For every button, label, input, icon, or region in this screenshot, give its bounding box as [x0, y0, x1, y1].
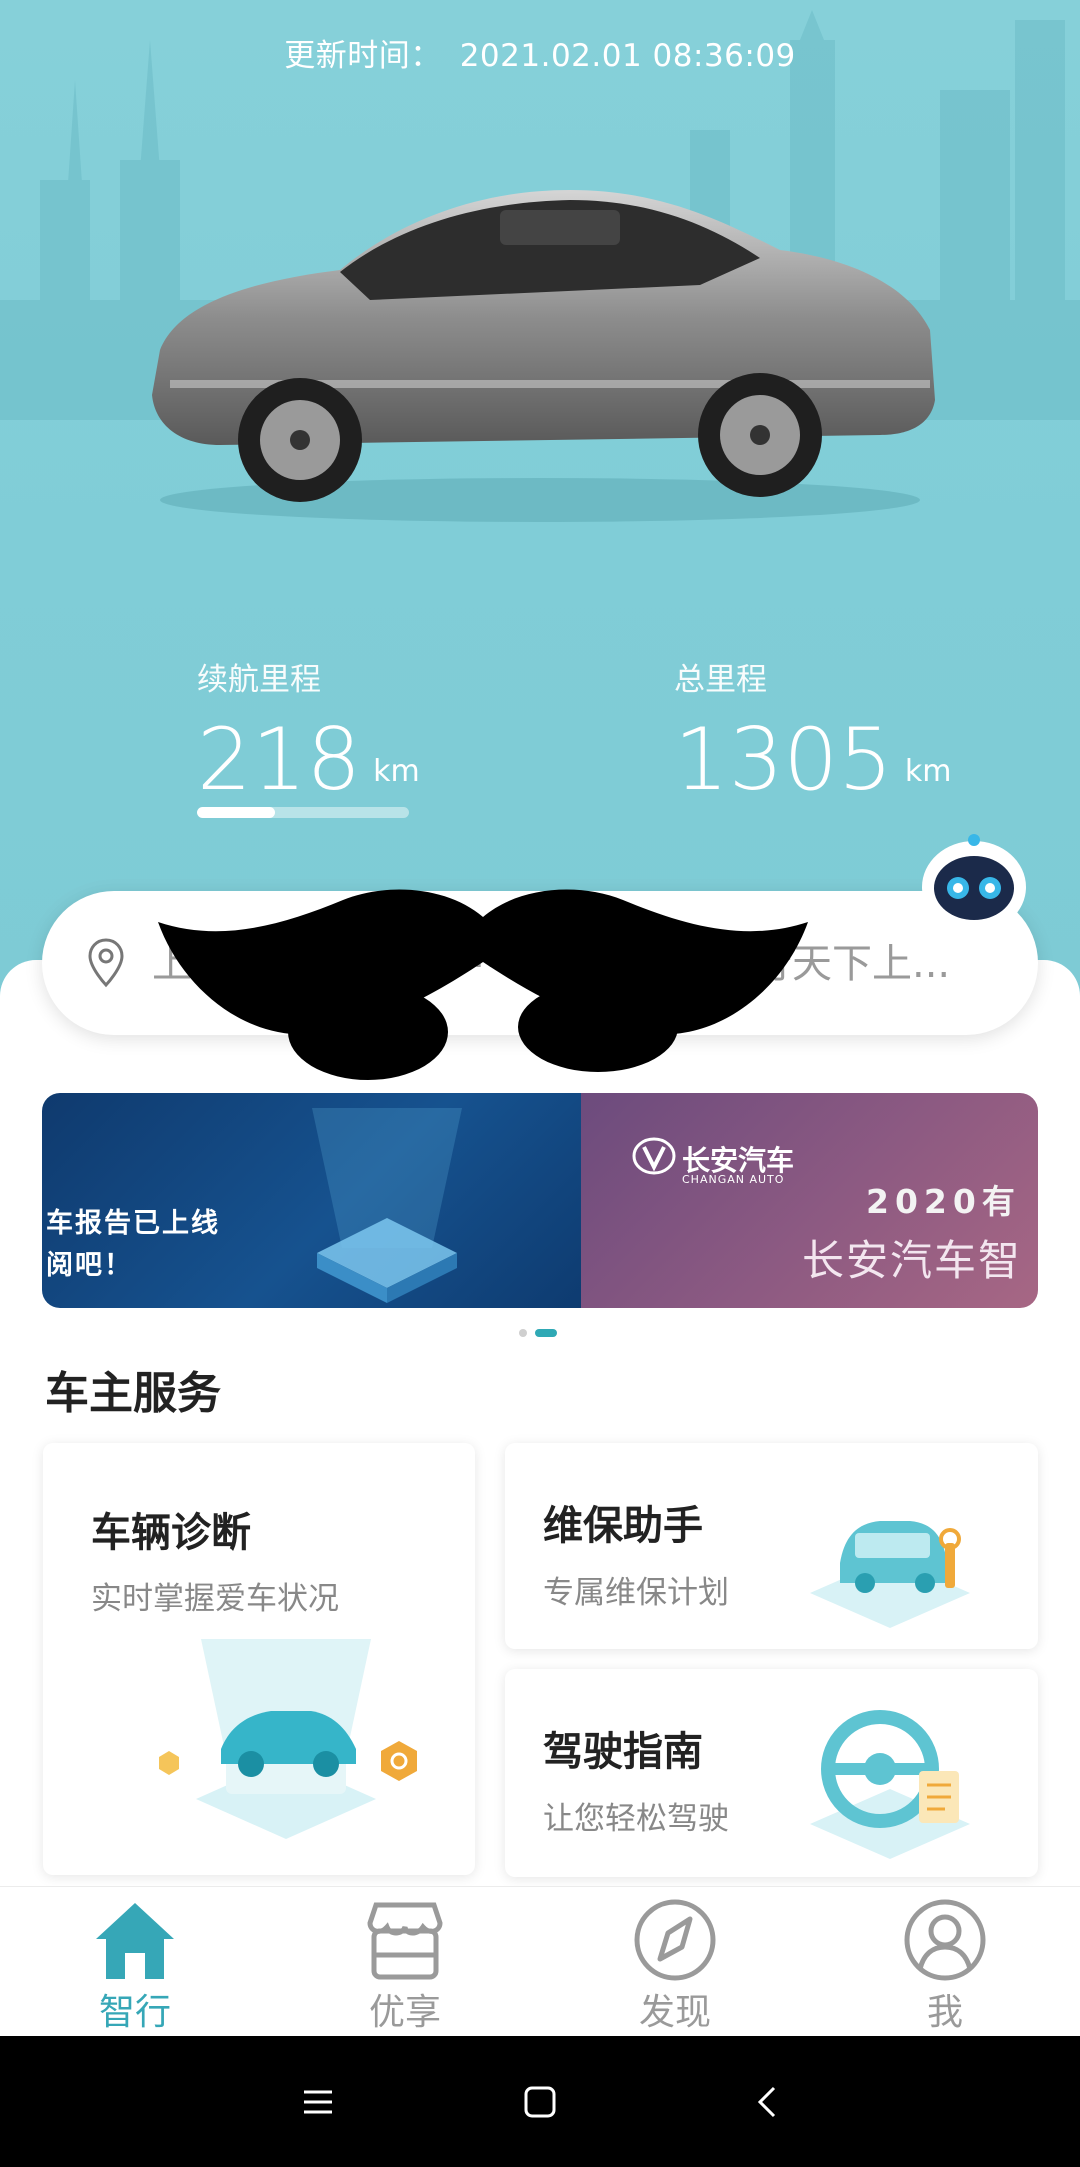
bottom-tab-bar: 智行 优享 发现 我 [0, 1886, 1080, 2036]
tab-faxian[interactable]: 发现 [540, 1887, 810, 2037]
banner-slide-report: 车报告已上线 阅吧！ [42, 1093, 581, 1308]
range-value: 218 [197, 710, 362, 810]
steering-wheel-icon [810, 1710, 970, 1859]
banner-year: 2020有 [866, 1182, 1021, 1221]
total-mileage-stat: 总里程 1305 km [674, 654, 951, 803]
tab-zhixing[interactable]: 智行 [0, 1887, 270, 2037]
maintenance-card[interactable]: 维保助手 专属维保计划 [505, 1443, 1038, 1649]
tab-zhixing-label: 智行 [98, 1992, 171, 2033]
robot-assistant-icon[interactable] [918, 832, 1030, 962]
location-pin-icon [88, 938, 124, 988]
total-mileage-label: 总里程 [674, 662, 767, 698]
diagnosis-title: 车辆诊断 [91, 1510, 251, 1556]
range-unit: km [373, 754, 420, 789]
tab-faxian-label: 发现 [638, 1992, 711, 2033]
store-icon [367, 1902, 443, 1980]
banner-slogan: 长安汽车智 [802, 1236, 1023, 1285]
vehicle-diagnosis-card[interactable]: 车辆诊断 实时掌握爱车状况 [43, 1443, 475, 1875]
car-diagnosis-icon [159, 1639, 417, 1839]
car-maintenance-icon [810, 1521, 970, 1628]
maintenance-subtitle: 专属维保计划 [543, 1575, 729, 1611]
tab-youxiang-label: 优享 [368, 1992, 441, 2033]
banner-text-line2: 阅吧！ [46, 1250, 133, 1281]
range-stat: 续航里程 218 km [197, 654, 420, 803]
compass-icon [634, 1899, 716, 1981]
profile-icon [904, 1899, 986, 1981]
driving-guide-card[interactable]: 驾驶指南 让您轻松驾驶 [505, 1669, 1038, 1877]
diagnosis-subtitle: 实时掌握爱车状况 [91, 1581, 339, 1617]
driving-guide-title: 驾驶指南 [543, 1729, 703, 1775]
total-mileage-unit: km [904, 754, 952, 789]
data-cube-icon [312, 1108, 462, 1303]
promo-banner[interactable]: 车报告已上线 阅吧！ 长安汽车 CHANGAN AUTO 2020有 长安汽车智 [42, 1093, 1038, 1308]
pagination-dot[interactable] [519, 1329, 527, 1337]
pagination-dot-active[interactable] [535, 1329, 557, 1337]
maintenance-title: 维保助手 [543, 1503, 703, 1549]
update-time-value: 2021.02.01 08:36:09 [459, 38, 796, 74]
total-mileage-value: 1305 [674, 710, 893, 810]
banner-text-line1: 车报告已上线 [46, 1208, 220, 1239]
update-time-label: 更新时间： [284, 38, 442, 74]
update-time: 更新时间： 2021.02.01 08:36:09 [0, 30, 1080, 75]
changan-logo-icon [632, 1137, 676, 1175]
system-navigation-bar [0, 2036, 1080, 2167]
services-section-title: 车主服务 [45, 1368, 221, 1419]
range-label: 续航里程 [197, 662, 321, 698]
back-icon[interactable] [748, 2082, 788, 2122]
mustache-redaction [158, 889, 808, 1080]
banner-brand-en: CHANGAN AUTO [682, 1173, 785, 1186]
tab-me[interactable]: 我 [810, 1887, 1080, 2037]
tab-me-label: 我 [926, 1992, 963, 2033]
driving-guide-subtitle: 让您轻松驾驶 [543, 1801, 729, 1837]
menu-icon[interactable] [298, 2082, 338, 2122]
home-icon [96, 1903, 174, 1979]
banner-pagination[interactable] [519, 1329, 557, 1337]
home-button-icon[interactable] [520, 2082, 560, 2122]
range-progress-fill [197, 807, 276, 818]
tab-youxiang[interactable]: 优享 [270, 1887, 540, 2037]
range-progress-bar [197, 807, 409, 818]
car-image[interactable] [140, 180, 940, 530]
